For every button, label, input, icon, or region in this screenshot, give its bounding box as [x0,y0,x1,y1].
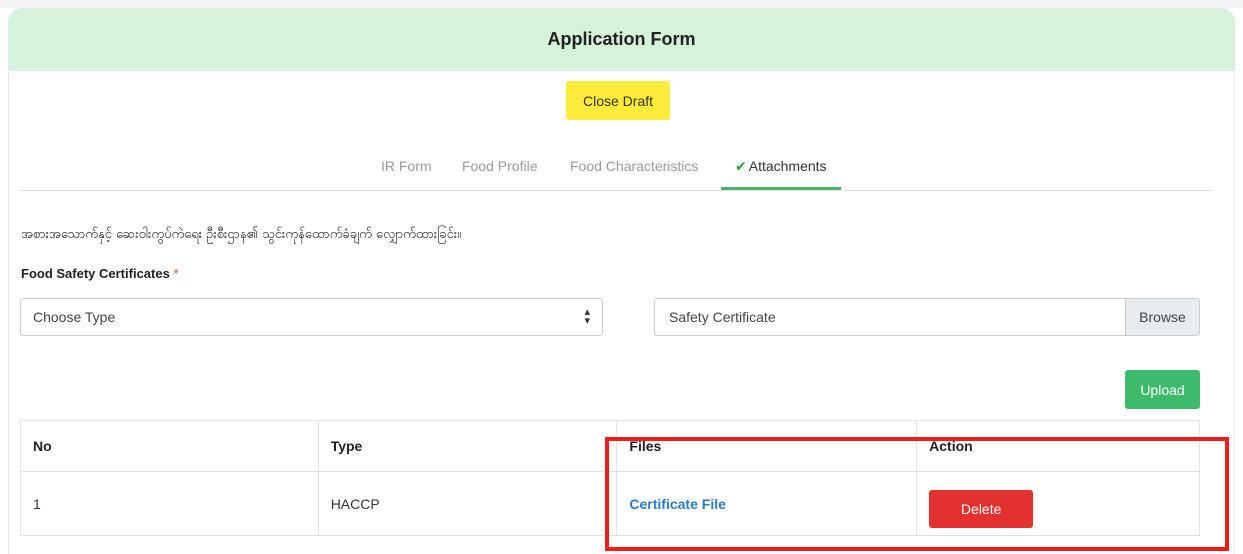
cell-action: Delete [916,471,1200,536]
type-select[interactable]: Choose Type ▴ ▾ [20,298,603,336]
column-header-files: Files [616,420,918,472]
column-header-type: Type [317,420,618,472]
check-icon: ✔ [735,158,747,174]
cell-type: HACCP [317,471,618,536]
tab-label: Food Profile [462,158,538,174]
tab-label: Attachments [748,158,827,174]
table-row: 1 HACCP Certificate File Delete [20,471,1200,536]
file-input[interactable]: Safety Certificate Browse [654,298,1200,336]
card-header: Application Form [9,9,1234,71]
close-draft-button[interactable]: Close Draft [566,81,670,120]
tab-ir-form[interactable]: IR Form [381,150,432,190]
delete-button[interactable]: Delete [929,489,1034,528]
section-label-text: Food Safety Certificates [21,266,170,281]
cell-no: 1 [20,471,319,536]
required-mark: * [173,266,179,281]
tab-label: Food Characteristics [570,158,699,174]
browse-button[interactable]: Browse [1125,299,1199,335]
attachments-table: No Type Files Action 1 HACCP Certificate… [20,420,1200,536]
intro-text: အစားအသောက်နှင့် ဆေးဝါးကွပ်ကဲရေး ဦးစီးဌာန… [21,227,462,242]
upload-button[interactable]: Upload [1125,370,1200,409]
file-input-value[interactable]: Safety Certificate [655,299,1125,335]
column-header-action: Action [916,420,1200,472]
tab-label: IR Form [381,158,432,174]
tab-attachments[interactable]: ✔ Attachments [721,150,841,190]
sort-arrows-icon: ▴ ▾ [584,306,590,327]
table-header-row: No Type Files Action [20,420,1200,472]
type-select-value: Choose Type [33,309,116,325]
tab-food-profile[interactable]: Food Profile [462,150,537,190]
certificate-file-link[interactable]: Certificate File [629,496,725,512]
tab-food-characteristics[interactable]: Food Characteristics [570,150,698,190]
column-header-no: No [20,420,319,472]
page-title: Application Form [547,29,696,49]
form-tabs: IR Form Food Profile Food Characteristic… [20,150,1212,191]
top-strip [0,0,1243,8]
section-label: Food Safety Certificates * [21,266,179,281]
cell-files: Certificate File [616,471,918,536]
